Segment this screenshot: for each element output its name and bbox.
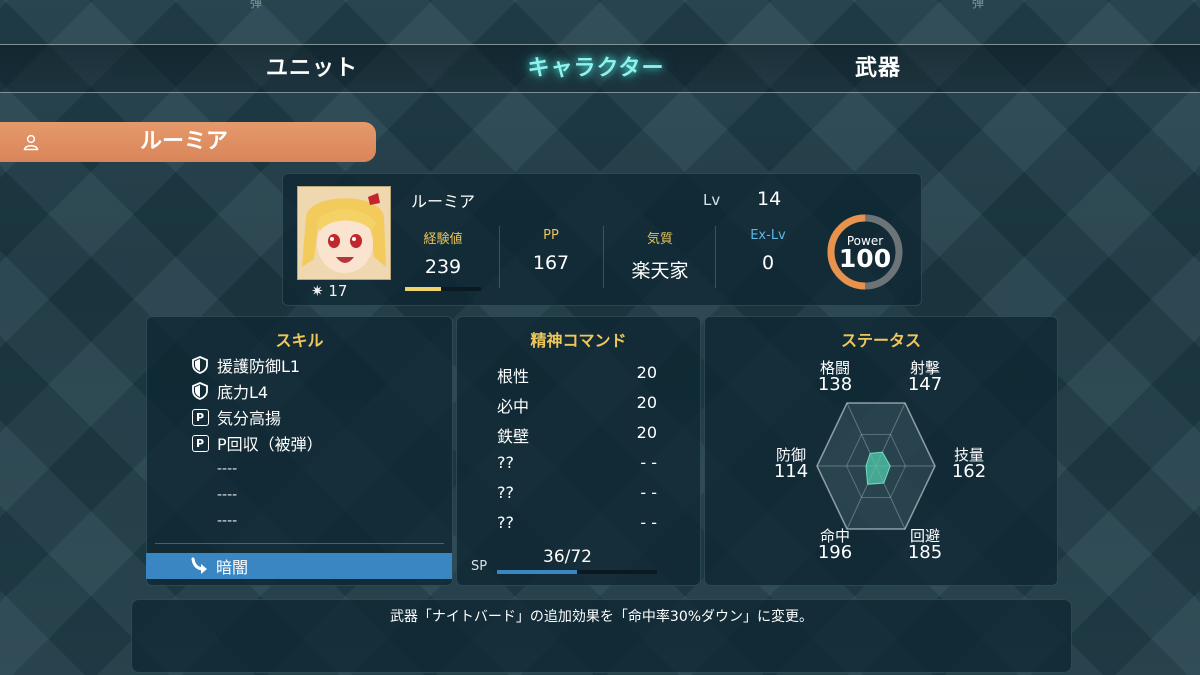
command-cost: - - [640,513,657,532]
skill-divider [155,543,444,544]
stat-exp-value: 239 [424,256,462,278]
sp-bar-fill [497,570,577,574]
top-mark-right: 弾 [972,0,985,10]
command-name: ?? [497,483,514,502]
command-name: 根性 [497,367,530,386]
stat-divider [499,226,500,288]
special-skill-label: 暗闇 [216,558,249,577]
stat-divider [715,226,716,288]
spirit-command-row[interactable]: 必中 20 [497,393,657,419]
stat-exp-label: 経験値 [423,232,463,247]
stat-exlv: Ex-Lv 0 [728,228,808,274]
skill-item[interactable]: P 気分高揚 [191,405,281,429]
spirit-commands-title: 精神コマンド [530,331,627,350]
power-gauge: Power 100 [825,212,905,292]
special-skill-row[interactable]: 暗闇 [146,553,452,579]
status-title: ステータス [840,331,921,350]
command-name: 必中 [497,397,530,416]
status-panel: ステータス 格闘 138 射撃 147 技量 162 回避 185 命中 196… [704,316,1058,586]
skill-label: 援護防御L1 [217,357,301,376]
sp-bar [497,570,657,574]
banner-character-name: ルーミア [140,129,229,154]
skill-item[interactable]: 底力L4 [191,379,268,403]
shield-icon [191,382,209,400]
stat-exlv-value: 0 [761,252,775,274]
command-name: 鉄壁 [497,427,530,446]
skill-label: P回収（被弾） [217,435,323,454]
stat-temperament-label: 気質 [646,232,673,247]
exp-bar-fill [405,287,442,291]
person-icon [23,134,39,151]
stat-pp: PP 167 [511,228,591,274]
skill-empty-slot[interactable]: ---- [217,461,237,477]
arrow-down-right-icon [191,557,207,574]
stat-accuracy-value: 196 [817,542,853,563]
spirit-command-row[interactable]: 根性 20 [497,363,657,389]
character-name: ルーミア [411,192,476,211]
sp-label: SP [471,559,488,574]
power-value: 100 [838,244,892,273]
tab-unit[interactable]: ユニット [212,45,412,92]
p-badge-icon: P [191,408,209,426]
skill-label: 底力L4 [217,383,269,402]
stat-pp-value: 167 [532,252,570,274]
sp-value: 36/72 [543,547,592,567]
command-cost: - - [640,483,657,502]
command-name: ?? [497,513,514,532]
top-mark-left: 弾 [250,0,263,10]
p-badge-icon: P [191,434,209,452]
spirit-command-row[interactable]: ?? - - [497,453,657,479]
command-cost: - - [640,453,657,472]
stat-melee-value: 138 [817,374,853,395]
description-box: 武器「ナイトバード」の追加効果を「命中率30%ダウン」に変更。 [131,599,1072,673]
skill-item[interactable]: P P回収（被弾） [191,431,323,455]
tab-bar: ユニット キャラクター 武器 [0,44,1200,93]
stat-ranged-value: 147 [907,374,943,395]
shield-icon [191,356,209,374]
character-name-banner: ルーミア [0,122,376,162]
status-radar-chart [816,402,936,530]
stat-exlv-label: Ex-Lv [750,228,786,243]
tab-character[interactable]: キャラクター [496,45,696,92]
level-label: Lv [703,191,721,209]
stat-exp: 経験値 239 [403,228,483,278]
skill-empty-slot[interactable]: ---- [217,487,237,503]
level-value: 14 [757,188,782,210]
stat-pp-label: PP [543,228,559,243]
description-text: 武器「ナイトバード」の追加効果を「命中率30%ダウン」に変更。 [389,609,814,625]
command-name: ?? [497,453,514,472]
skills-title: スキル [275,331,324,350]
character-portrait [297,186,391,280]
tab-weapon[interactable]: 武器 [778,45,978,92]
stat-skill-value: 162 [951,461,987,482]
command-cost: 20 [636,393,657,412]
exp-bar [405,287,481,291]
command-cost: 20 [636,363,657,382]
stat-temperament-value: 楽天家 [631,260,689,282]
spirit-commands-panel: 精神コマンド 根性 20 必中 20 鉄壁 20 ?? - - ?? - - ?… [456,316,701,586]
skill-label: 気分高揚 [217,409,282,428]
stat-divider [603,226,604,288]
spirit-command-row[interactable]: 鉄壁 20 [497,423,657,449]
star-count: ✷ 17 [311,282,348,300]
skills-panel: スキル 援護防御L1 底力L4 P 気分高揚 P P回収（被弾） ---- --… [146,316,453,586]
stat-temperament: 気質 楽天家 [620,228,700,283]
spirit-command-row[interactable]: ?? - - [497,513,657,539]
stat-evasion-value: 185 [907,542,943,563]
spirit-command-row[interactable]: ?? - - [497,483,657,509]
command-cost: 20 [636,423,657,442]
skill-empty-slot[interactable]: ---- [217,513,237,529]
skill-item[interactable]: 援護防御L1 [191,353,300,377]
profile-panel: ✷ 17 ルーミア Lv 14 経験値 239 PP 167 気質 楽天家 Ex… [282,173,922,306]
